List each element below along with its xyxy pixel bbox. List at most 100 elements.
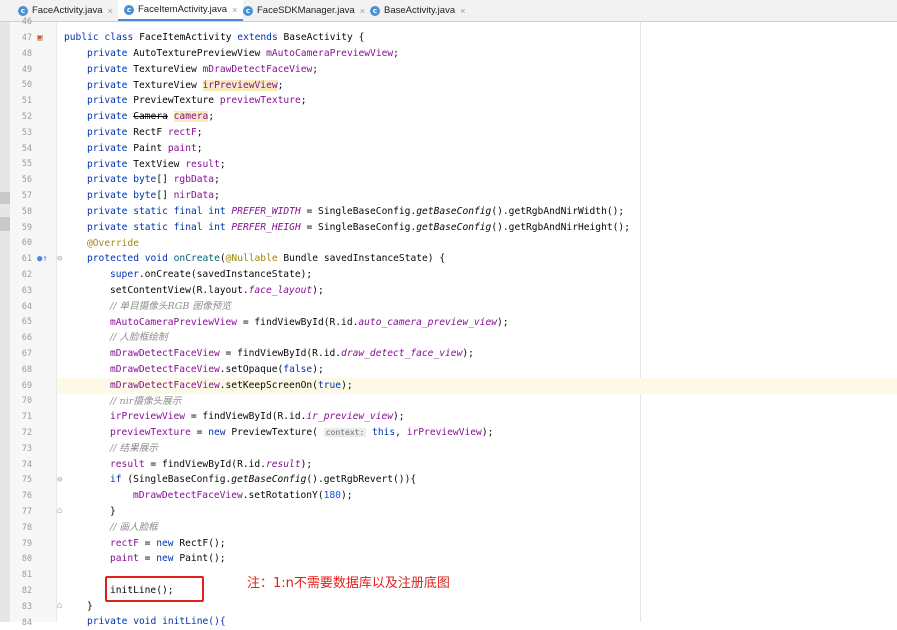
code-line-79[interactable]: rectF = new RectF(); xyxy=(110,536,226,552)
line-number: 51 xyxy=(21,95,32,106)
tab-face-sdk-manager[interactable]: c FaceSDKManager.java × xyxy=(237,0,371,21)
fold-icon[interactable]: ⌂ xyxy=(57,601,62,611)
code-token: ; xyxy=(277,80,284,91)
code-line-77[interactable]: } xyxy=(110,504,116,520)
line-number: 47 xyxy=(21,32,32,42)
fold-icon[interactable]: ⊖ xyxy=(57,475,62,485)
line-number: 66 xyxy=(21,332,32,343)
code-line-63[interactable]: setContentView(R.layout.face_layout); xyxy=(110,283,324,299)
fold-icon[interactable]: ⊖ xyxy=(57,254,62,264)
code-line-56[interactable]: private byte[] rgbData; xyxy=(87,172,220,188)
line-number: 67 xyxy=(21,348,32,358)
code-line-50[interactable]: private TextureView irPreviewView; xyxy=(87,78,283,94)
code-line-49[interactable]: private TextureView mDrawDetectFaceView; xyxy=(87,62,318,78)
code-line-61[interactable]: protected void onCreate(@Nullable Bundle… xyxy=(87,251,445,267)
code-token: ); xyxy=(300,459,313,470)
code-token: mDrawDetectFaceView xyxy=(202,64,313,75)
code-line-58[interactable]: private static final int PREFER_WIDTH = … xyxy=(87,204,624,220)
code-token: , xyxy=(395,427,407,438)
code-line-65[interactable]: mAutoCameraPreviewView = findViewById(R.… xyxy=(110,315,509,331)
line-number: 76 xyxy=(21,490,32,501)
code-line-60[interactable]: @Override xyxy=(87,236,139,252)
code-token: ().getRgbAndNirHeight(); xyxy=(491,222,630,233)
line-number: 70 xyxy=(21,395,32,406)
line-number: 75 xyxy=(21,474,32,485)
code-line-66[interactable]: // 人脸框绘制 xyxy=(110,330,167,346)
code-token: TextureView xyxy=(133,64,203,75)
code-line-71[interactable]: irPreviewView = findViewById(R.id.ir_pre… xyxy=(110,409,405,425)
code-token: ; xyxy=(219,159,226,170)
code-line-59[interactable]: private static final int PERFER_HEIGH = … xyxy=(87,220,630,236)
close-icon[interactable]: × xyxy=(460,6,465,16)
code-token: mDrawDetectFaceView xyxy=(110,380,220,391)
code-line-83[interactable]: } xyxy=(87,599,93,615)
code-line-70[interactable]: // nir摄像头展示 xyxy=(110,394,181,410)
code-line-75[interactable]: if (SingleBaseConfig.getBaseConfig().get… xyxy=(110,472,416,488)
code-line-74[interactable]: result = findViewById(R.id.result); xyxy=(110,457,312,473)
code-line-51[interactable]: private PreviewTexture previewTexture; xyxy=(87,93,307,109)
code-line-57[interactable]: private byte[] nirData; xyxy=(87,188,220,204)
code-token: protected void xyxy=(87,253,174,264)
code-token: getBaseConfig xyxy=(416,222,492,233)
code-line-78[interactable]: // 画人脸框 xyxy=(110,520,158,536)
override-gutter-icon[interactable]: ●↑ xyxy=(37,254,48,264)
line-number: 64 xyxy=(21,300,32,311)
code-token: getBaseConfig xyxy=(416,206,492,217)
code-token: (SingleBaseConfig. xyxy=(127,474,232,485)
code-token: true xyxy=(317,380,342,391)
line-number: 83 xyxy=(21,600,32,611)
code-token: byte xyxy=(133,174,157,185)
code-line-52[interactable]: private Camera camera; xyxy=(87,109,214,125)
code-line-53[interactable]: private RectF rectF; xyxy=(87,125,203,141)
tool-window-strip[interactable] xyxy=(0,22,10,622)
line-number: 77 xyxy=(21,506,32,516)
code-token: private xyxy=(87,48,134,59)
code-line-72[interactable]: previewTexture = new PreviewTexture( con… xyxy=(110,425,493,441)
code-token: ); xyxy=(462,348,474,359)
code-token: = findViewById(R.id. xyxy=(219,348,342,359)
tab-base-activity[interactable]: c BaseActivity.java × xyxy=(364,0,471,21)
tab-face-item-activity[interactable]: c FaceItemActivity.java × xyxy=(118,0,244,21)
code-line-64[interactable]: // 单目摄像头RGB 图像预览 xyxy=(110,299,231,315)
code-line-69[interactable]: mDrawDetectFaceView.setKeepScreenOn(true… xyxy=(110,378,353,394)
code-line-48[interactable]: private AutoTexturePreviewView mAutoCame… xyxy=(87,46,399,62)
line-number: 81 xyxy=(21,569,32,580)
highlight-box xyxy=(105,576,204,602)
code-token: FaceItemActivity xyxy=(139,32,238,43)
code-token: previewTexture xyxy=(219,95,301,106)
code-line-73[interactable]: // 结果展示 xyxy=(110,441,158,457)
code-line-76[interactable]: mDrawDetectFaceView.setRotationY(180); xyxy=(133,488,353,504)
code-token: getBaseConfig xyxy=(231,474,307,485)
code-line-67[interactable]: mDrawDetectFaceView = findViewById(R.id.… xyxy=(110,346,474,362)
code-line-47[interactable]: public class FaceItemActivity extends Ba… xyxy=(64,30,364,46)
line-number: 50 xyxy=(21,79,32,90)
code-token: previewTexture xyxy=(110,427,191,438)
code-token: ; xyxy=(300,95,307,106)
code-line-80[interactable]: paint = new Paint(); xyxy=(110,551,226,567)
code-token: ; xyxy=(393,48,399,59)
code-line-68[interactable]: mDrawDetectFaceView.setOpaque(false); xyxy=(110,362,324,378)
code-token: Bundle savedInstanceState) { xyxy=(277,253,446,264)
code-line-55[interactable]: private TextView result; xyxy=(87,157,226,173)
code-token: irPreviewView xyxy=(202,80,278,91)
tab-label: FaceSDKManager.java xyxy=(257,5,355,16)
code-token: ; xyxy=(196,127,203,138)
code-token: private static final int xyxy=(87,222,232,233)
code-line-62[interactable]: super.onCreate(savedInstanceState); xyxy=(110,267,312,283)
fold-icon[interactable]: ⌂ xyxy=(57,506,62,516)
close-icon[interactable]: × xyxy=(108,6,113,16)
run-gutter-icon[interactable]: ▣ xyxy=(37,33,42,43)
code-token: .setOpaque( xyxy=(219,364,284,375)
code-token: = findViewById(R.id. xyxy=(144,459,266,470)
code-token: = findViewById(R.id. xyxy=(237,317,359,328)
code-token: onCreate xyxy=(173,253,220,264)
code-token: public class xyxy=(64,32,140,43)
code-token: AutoTexturePreviewView xyxy=(133,48,267,59)
code-token: mDrawDetectFaceView xyxy=(110,364,220,375)
code-token: PreviewTexture( xyxy=(231,427,324,438)
code-line-54[interactable]: private Paint paint; xyxy=(87,141,203,157)
line-number: 46 xyxy=(21,16,32,27)
line-number: 73 xyxy=(21,442,32,453)
code-token: PreviewTexture xyxy=(133,95,220,106)
code-token: setContentView(R.layout. xyxy=(110,285,249,296)
